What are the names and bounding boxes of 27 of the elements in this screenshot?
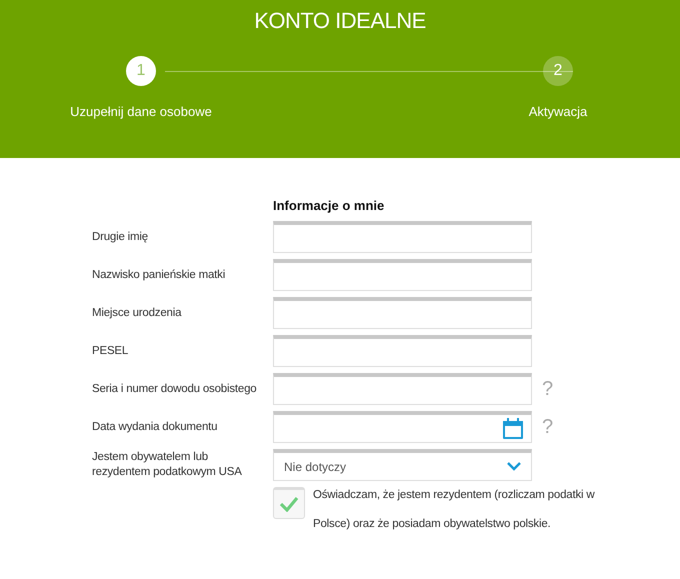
step-label: Aktywacja xyxy=(528,104,588,119)
checkbox[interactable] xyxy=(273,487,305,519)
step-label: Uzupełnij dane osobowe xyxy=(70,104,212,119)
input-field[interactable] xyxy=(273,259,532,291)
step-number: 2 xyxy=(543,56,573,86)
checkmark-icon xyxy=(279,496,299,512)
field-label: Nazwisko panieńskie matki xyxy=(92,268,226,282)
chevron-down-icon xyxy=(507,462,521,471)
field-label: Drugie imię xyxy=(92,230,149,244)
date-field[interactable] xyxy=(273,411,532,443)
page-title: KONTO IDEALNE xyxy=(253,8,427,34)
calendar-icon[interactable] xyxy=(501,416,525,440)
field-label: Seria i numer dowodu osobistego xyxy=(92,382,258,396)
input-field[interactable] xyxy=(273,373,532,405)
help-mark[interactable]: ? xyxy=(542,416,554,438)
input-field[interactable] xyxy=(273,297,532,329)
field-label: Data wydania dokumentu xyxy=(92,420,218,434)
field-label: Jestem obywatelem lub rezydentem podatkowym USA xyxy=(92,450,243,480)
dropdown[interactable]: Nie dotyczy xyxy=(273,449,532,481)
consent-text: Oświadczam, że jestem rezydentem (rozliczam podatki w Polsce) oraz że posiadam obywatelstwo polskie. xyxy=(313,488,596,532)
input-field[interactable] xyxy=(273,335,532,367)
section-heading: Informacje o mnie xyxy=(273,198,384,213)
field-label: Miejsce urodzenia xyxy=(92,306,182,320)
field-label: PESEL xyxy=(92,344,130,358)
help-mark[interactable]: ? xyxy=(542,378,554,400)
input-field[interactable] xyxy=(273,221,532,253)
step-number: 1 xyxy=(126,56,156,86)
